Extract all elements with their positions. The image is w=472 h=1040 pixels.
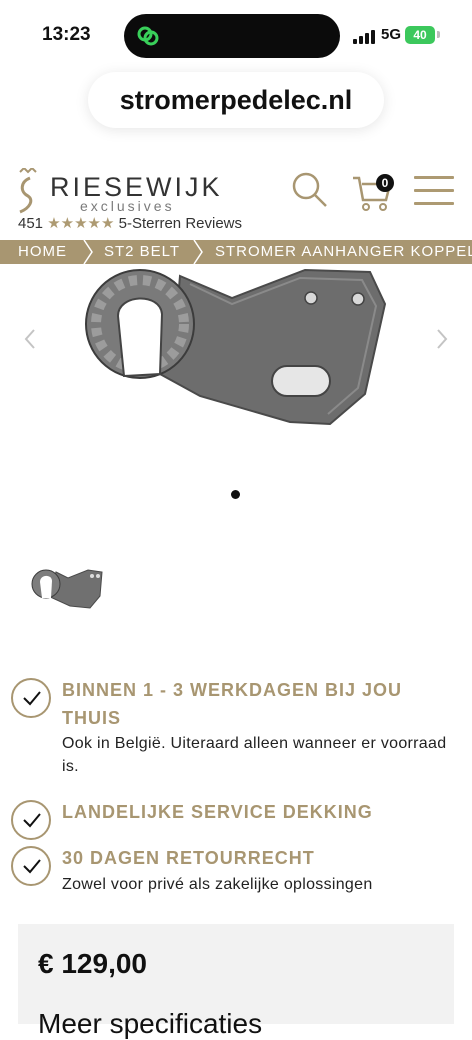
- product-price: € 129,00: [38, 948, 147, 979]
- menu-button[interactable]: [414, 174, 456, 208]
- site-header: RIESEWIJK exclusives 451 ★★★★★ 5-Sterren…: [0, 160, 472, 240]
- dynamic-island: [124, 14, 340, 58]
- product-gallery[interactable]: [0, 264, 472, 514]
- review-count: 451: [18, 215, 44, 232]
- breadcrumb-separator-icon: [83, 240, 93, 264]
- usp-title: BINNEN 1 - 3 WERKDAGEN BIJ JOU THUIS: [62, 680, 403, 728]
- check-circle-icon: [11, 846, 51, 886]
- check-circle-icon: [11, 800, 51, 840]
- review-summary[interactable]: 451 ★★★★★ 5-Sterren Reviews: [18, 214, 242, 232]
- price-panel: € 129,00 Meer specificaties: [18, 924, 454, 1039]
- product-thumbnail[interactable]: [30, 566, 104, 612]
- battery-icon: 40: [405, 26, 435, 44]
- more-specs-link[interactable]: Meer specificaties: [38, 1008, 262, 1040]
- status-bar: 13:23 5G 40: [0, 0, 472, 72]
- link-icon: [137, 26, 159, 46]
- chevron-left-icon: [24, 329, 35, 349]
- cart-button[interactable]: 0: [352, 172, 398, 212]
- chevron-right-icon: [437, 329, 448, 349]
- usp-title: 30 DAGEN RETOURRECHT: [62, 848, 315, 868]
- breadcrumb: HOME ST2 BELT STROMER AANHANGER KOPPELI: [0, 240, 472, 264]
- usp-text: Ook in België. Uiteraard alleen wanneer …: [62, 735, 447, 775]
- url-bar[interactable]: stromerpedelec.nl: [88, 72, 384, 128]
- breadcrumb-home[interactable]: HOME: [18, 243, 67, 260]
- usp-title: LANDELIJKE SERVICE DEKKING: [62, 802, 373, 822]
- breadcrumb-st2-belt[interactable]: ST2 BELT: [104, 243, 180, 260]
- battery-tip: [437, 31, 440, 38]
- brand-subtitle: exclusives: [80, 198, 175, 214]
- logo-icon[interactable]: [16, 168, 38, 214]
- gallery-next-button[interactable]: [432, 324, 452, 354]
- hamburger-icon: [414, 176, 454, 179]
- usp-text: Zowel voor privé als zakelijke oplossing…: [62, 876, 373, 893]
- check-circle-icon: [11, 678, 51, 718]
- breadcrumb-separator-icon: [193, 240, 203, 264]
- search-icon: [292, 172, 327, 207]
- product-image[interactable]: [0, 264, 472, 474]
- gallery-dot-active[interactable]: [231, 490, 240, 499]
- gallery-prev-button[interactable]: [20, 324, 40, 354]
- search-button[interactable]: [290, 170, 330, 210]
- cart-count-badge: 0: [376, 174, 394, 192]
- breadcrumb-current: STROMER AANHANGER KOPPELI: [215, 243, 472, 260]
- status-time: 13:23: [42, 24, 91, 45]
- review-label: 5-Sterren Reviews: [118, 215, 243, 232]
- signal-icon: [353, 30, 375, 44]
- hamburger-icon: [414, 189, 454, 192]
- hamburger-icon: [414, 202, 454, 205]
- star-rating-icon: ★★★★★: [47, 215, 115, 232]
- network-type: 5G: [381, 26, 402, 43]
